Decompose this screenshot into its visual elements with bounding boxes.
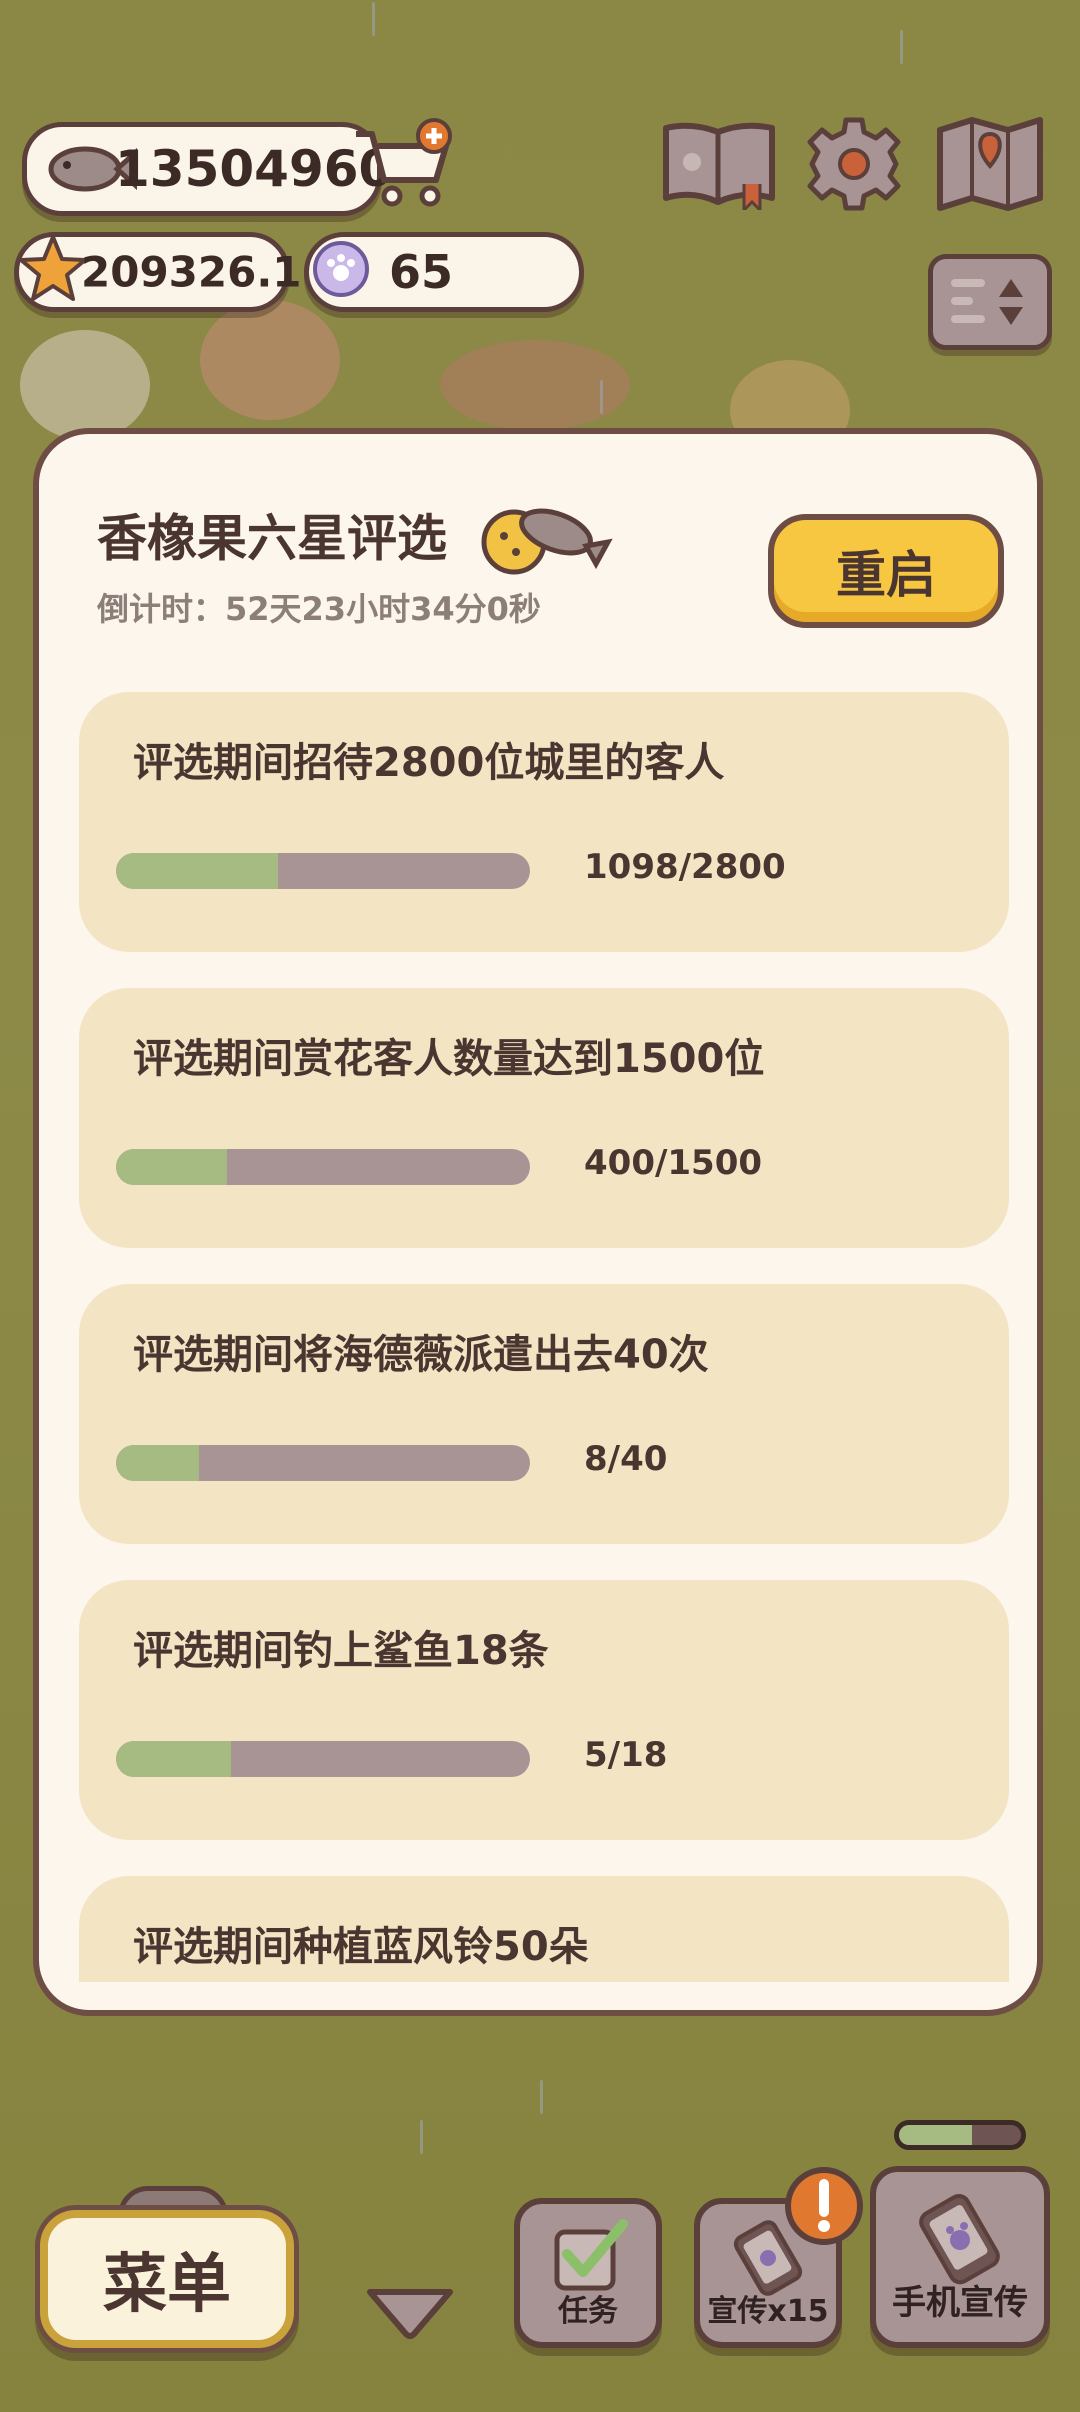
collapse-button[interactable] — [364, 2282, 456, 2342]
sort-toggle-button[interactable] — [928, 254, 1052, 350]
dialog-title-text: 香橡果六星评选 — [97, 509, 447, 568]
rain-drop — [420, 2120, 423, 2154]
task-card: 评选期间钓上鲨鱼18条 5/18 — [79, 1580, 1009, 1840]
task-progress-fill — [116, 1445, 199, 1481]
paw-count: 65 — [389, 245, 454, 299]
task-progress-fill — [116, 1149, 227, 1185]
phone-promo-progress-fill — [899, 2125, 973, 2145]
settings-button[interactable] — [806, 116, 902, 212]
task-label: 评选期间将海德薇派遣出去40次 — [133, 1332, 709, 1378]
phone-promo-progress-bar — [894, 2120, 1026, 2150]
task-progress-bar — [116, 1149, 530, 1185]
sort-arrows-icon — [951, 279, 1023, 325]
book-icon — [663, 122, 775, 214]
promo-label: 宣传x15 — [707, 2294, 829, 2329]
task-count: 8/40 — [584, 1439, 668, 1479]
task-progress-bar — [116, 1741, 530, 1777]
cookbook-button[interactable] — [660, 118, 778, 214]
scene-decoration — [200, 300, 340, 420]
cart-plus-icon — [356, 118, 452, 207]
task-count: 5/18 — [584, 1735, 668, 1775]
scene-decoration — [20, 330, 150, 440]
alert-badge — [782, 2164, 866, 2248]
task-label: 评选期间种植蓝风铃50朵 — [133, 1924, 589, 1970]
map-icon — [937, 117, 1043, 211]
paw-currency-display: 65 — [304, 232, 584, 312]
task-progress-fill — [116, 853, 279, 889]
chevron-down-icon — [367, 2289, 453, 2339]
task-label: 评选期间赏花客人数量达到1500位 — [133, 1036, 765, 1082]
task-card: 评选期间将海德薇派遣出去40次 8/40 — [79, 1284, 1009, 1544]
task-card: 评选期间赏花客人数量达到1500位 400/1500 — [79, 988, 1009, 1248]
task-progress-bar — [116, 853, 530, 889]
fish-coin-icon — [478, 494, 614, 590]
task-card: 评选期间招待2800位城里的客人 1098/2800 — [79, 692, 1009, 952]
task-list[interactable]: 评选期间招待2800位城里的客人 1098/2800 评选期间赏花客人数量达到1… — [79, 692, 1009, 1982]
rating-event-dialog: 香橡果六星评选 倒计时：52天23小时34分0秒 重启 评选期间招待2800位城… — [33, 428, 1043, 2016]
task-label: 评选期间钓上鲨鱼18条 — [133, 1628, 549, 1674]
rain-drop — [540, 2080, 543, 2114]
gear-icon — [807, 117, 901, 211]
rain-drop — [600, 380, 603, 414]
phone-promo-label: 手机宣传 — [892, 2283, 1028, 2323]
map-button[interactable] — [934, 114, 1046, 214]
task-label: 评选期间招待2800位城里的客人 — [133, 740, 725, 786]
star-icon — [17, 233, 89, 309]
countdown-text: 倒计时：52天23小时34分0秒 — [97, 590, 541, 628]
task-card: 评选期间种植蓝风铃50朵 — [79, 1876, 1009, 1982]
dialog-title: 香橡果六星评选 — [97, 494, 614, 590]
restart-button[interactable]: 重启 — [768, 514, 1004, 628]
menu-button[interactable]: 菜单 — [40, 2210, 294, 2348]
fish-currency-display: 13504960 — [22, 122, 393, 216]
task-count: 1098/2800 — [584, 847, 786, 887]
phone-promo-button[interactable]: 手机宣传 — [870, 2166, 1050, 2348]
tasks-button[interactable]: 任务 — [514, 2198, 662, 2348]
task-progress-fill — [116, 1741, 232, 1777]
rain-drop — [900, 30, 903, 64]
task-progress-bar — [116, 1445, 530, 1481]
exclamation-icon — [785, 2167, 863, 2245]
paw-coin-icon — [311, 239, 371, 303]
tasks-label: 任务 — [558, 2294, 618, 2329]
task-count: 400/1500 — [584, 1143, 763, 1183]
shop-cart-button[interactable] — [350, 118, 458, 210]
star-currency-display: 209326.1 — [14, 232, 302, 312]
star-count: 209326.1 — [81, 247, 302, 297]
rain-drop — [372, 2, 375, 36]
